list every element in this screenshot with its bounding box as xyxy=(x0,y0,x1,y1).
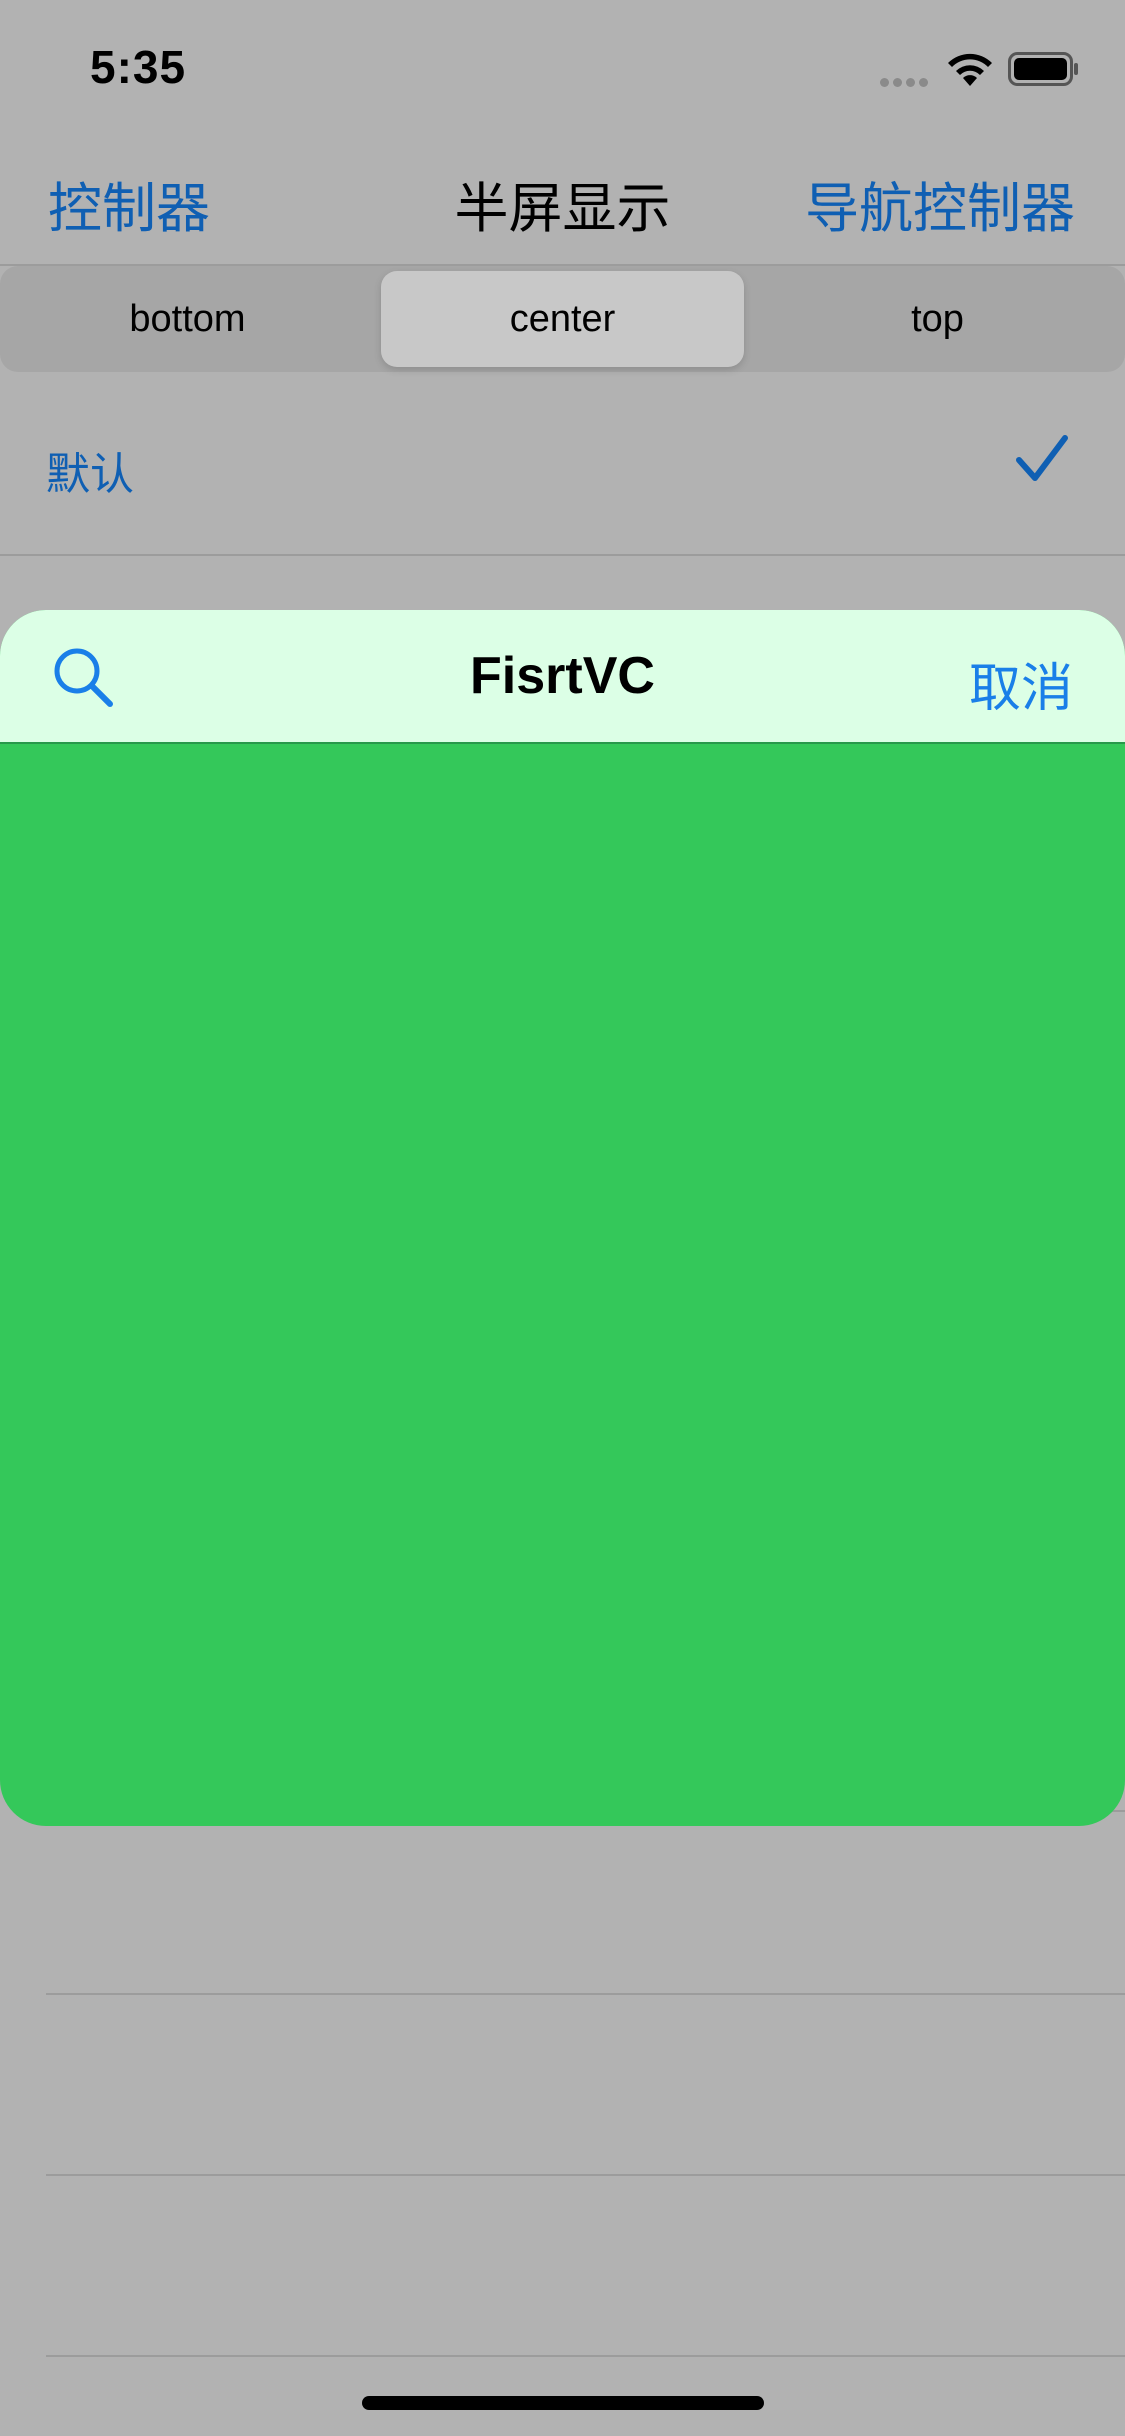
status-time: 5:35 xyxy=(90,41,187,93)
cancel-button[interactable]: 取消 xyxy=(969,646,1073,721)
list-separator xyxy=(46,2174,1125,2176)
list-row-default[interactable]: 默认 xyxy=(0,372,1125,556)
cellular-signal-icon xyxy=(880,74,932,92)
segment-bottom[interactable]: bottom xyxy=(6,271,369,367)
list-separator xyxy=(46,1993,1125,1995)
navigation-bar: 控制器 半屏显示 导航控制器 xyxy=(0,132,1125,266)
home-indicator xyxy=(362,2396,764,2410)
wifi-icon xyxy=(945,50,995,93)
segment-center[interactable]: center xyxy=(381,271,744,367)
battery-icon xyxy=(1008,52,1080,91)
status-bar: 5:35 xyxy=(0,0,1125,132)
sheet-navigation-bar: FisrtVC 取消 xyxy=(0,610,1125,744)
segmented-control: bottom center top xyxy=(0,266,1125,372)
checkmark-icon xyxy=(1015,434,1069,489)
half-screen-sheet: FisrtVC 取消 xyxy=(0,610,1125,1826)
segment-top[interactable]: top xyxy=(756,271,1119,367)
list-separator xyxy=(46,2355,1125,2357)
list-row-label: 默认 xyxy=(46,450,134,499)
sheet-title: FisrtVC xyxy=(470,647,655,705)
navigation-controller-button[interactable]: 导航控制器 xyxy=(805,164,1075,243)
